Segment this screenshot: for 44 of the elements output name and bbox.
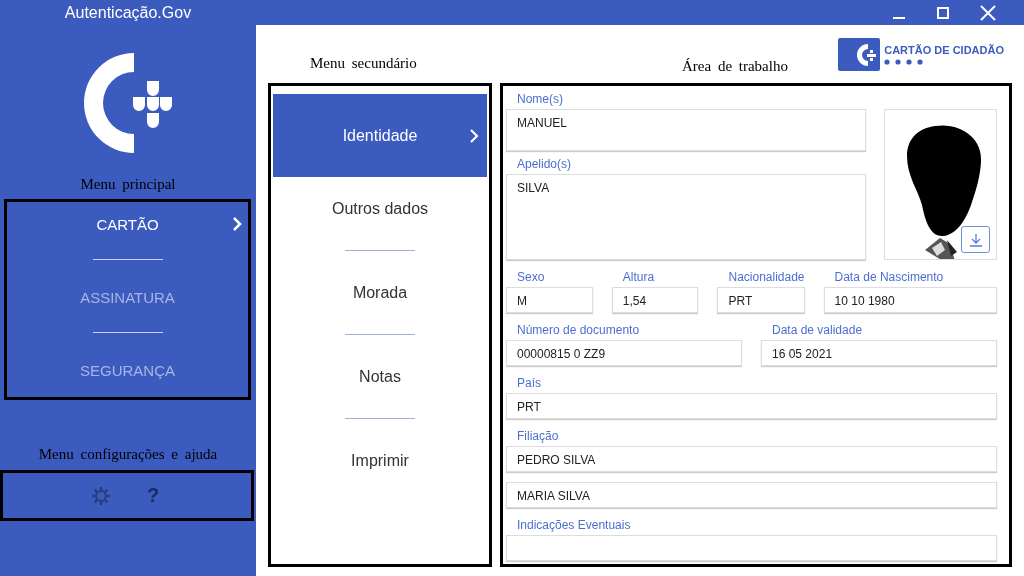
download-button[interactable] — [961, 226, 990, 253]
input-field[interactable]: PEDRO SILVA — [506, 446, 997, 472]
input-field[interactable]: PRT — [506, 393, 997, 419]
input-field[interactable]: MARIA SILVA — [506, 482, 997, 508]
name-field[interactable]: MANUEL — [506, 109, 866, 151]
field-label: Data de validade — [771, 323, 864, 338]
field-label: País — [516, 376, 542, 391]
download-icon — [967, 231, 984, 248]
main-menu-item[interactable]: CARTÃO — [88, 206, 167, 242]
brand-name: CARTÃO DE CIDADÃO — [884, 44, 1004, 56]
input-field[interactable] — [506, 535, 997, 561]
secondary-menu-item[interactable]: Morada — [273, 261, 487, 324]
field-label: Apelido(s) — [516, 157, 573, 172]
input-field[interactable]: PRT — [717, 287, 805, 313]
secondary-menu-item[interactable]: Imprimir — [273, 429, 487, 492]
field-label: Número de documento — [516, 323, 641, 338]
chevron-icon — [469, 128, 479, 144]
window-title: Autenticação.Gov — [63, 3, 193, 22]
field-label: Altura — [621, 270, 656, 285]
input-field[interactable]: M — [506, 287, 593, 313]
logo-icon — [838, 38, 881, 71]
logo-icon — [82, 53, 174, 153]
annotation-label: Menu secundário — [310, 55, 417, 72]
annotation-label: Menu principal — [80, 176, 176, 193]
secondary-menu-item[interactable]: Identidade — [273, 94, 487, 177]
annotation-label: Menu configurações e ajuda — [38, 446, 218, 463]
maximize-icon[interactable] — [936, 5, 950, 20]
annotation-label: Área de trabalho — [682, 58, 788, 75]
field-label: Nome(s) — [516, 92, 564, 107]
chevron-icon — [232, 216, 242, 232]
field-label: Indicações Eventuais — [516, 518, 632, 533]
input-field[interactable]: 16 05 2021 — [761, 340, 997, 366]
close-icon[interactable] — [980, 4, 996, 21]
secondary-menu-item[interactable]: Notas — [273, 345, 487, 408]
field-label: Filiação — [516, 429, 560, 444]
field-label: Data de Nascimento — [833, 270, 945, 285]
dots-icon — [884, 59, 925, 65]
input-field[interactable]: 1,54 — [611, 287, 699, 313]
input-field[interactable]: 00000815 0 ZZ9 — [506, 340, 742, 366]
surname-field[interactable]: SILVA — [506, 174, 866, 260]
field-label: Sexo — [516, 270, 546, 285]
secondary-menu-item[interactable]: Outros dados — [273, 177, 487, 240]
input-field[interactable]: 10 10 1980 — [823, 287, 997, 313]
field-label: Nacionalidade — [727, 270, 805, 285]
